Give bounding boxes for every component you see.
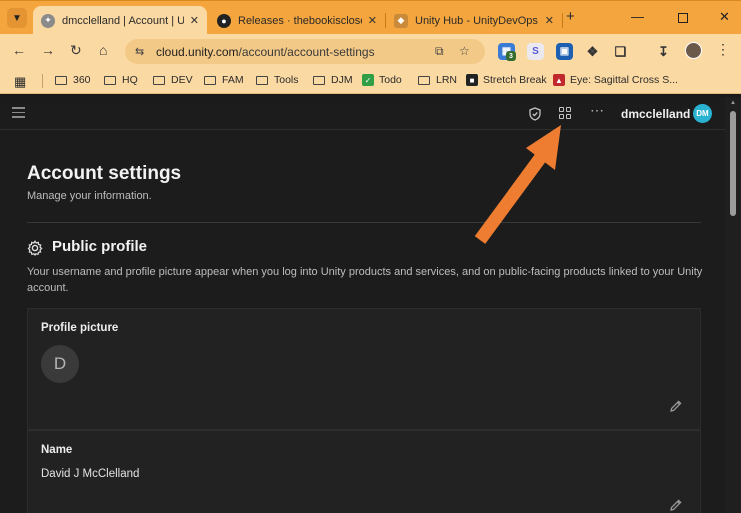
folder-icon: [153, 75, 165, 85]
unity-hub-icon: ◆: [394, 13, 408, 28]
new-tab-button[interactable]: +: [566, 9, 575, 24]
profile-picture-label: Profile picture: [41, 322, 119, 334]
tab-title: Releases · thebookisclosed/\: [238, 14, 362, 27]
browser-toolbar: ← → ↻ ⌂ ⇆ cloud.unity.com/account/accoun…: [0, 34, 741, 68]
extension-cast-icon[interactable]: ▣: [556, 43, 573, 60]
tab-title: Unity Hub - UnityDevOps: [415, 14, 538, 27]
unity-cloud-icon: ✦: [41, 13, 55, 28]
bookmark-todo[interactable]: ✓ Todo: [362, 74, 402, 86]
tab-unity-hub[interactable]: ◆ Unity Hub - UnityDevOps ✕: [386, 6, 562, 35]
profile-picture-card: Profile picture D: [27, 308, 701, 430]
browser-tab-strip: ▼ ✦ dmcclelland | Account | Unit ✕ ● Rel…: [0, 0, 741, 35]
unity-app-header: ⋯ dmcclelland DM: [0, 97, 725, 130]
name-card: Name David J McClelland: [27, 430, 701, 513]
apps-grid-icon[interactable]: [559, 107, 572, 120]
scroll-thumb[interactable]: [730, 111, 736, 216]
bookmark-folder-tools[interactable]: Tools: [256, 74, 299, 86]
header-username[interactable]: dmcclelland: [621, 107, 690, 121]
account-settings-page: Account settings Manage your information…: [0, 130, 725, 513]
bookmark-star-icon[interactable]: ☆: [459, 44, 470, 58]
tab-search-button[interactable]: ▼: [7, 8, 27, 28]
more-options-icon[interactable]: ⋯: [590, 103, 605, 117]
edit-pencil-icon[interactable]: [668, 398, 684, 414]
bookmark-folder-fam[interactable]: FAM: [204, 74, 244, 86]
section-description: Your username and profile picture appear…: [27, 266, 703, 294]
browser-profile-avatar[interactable]: [685, 42, 702, 59]
folder-icon: [204, 75, 216, 85]
extension-badge: 3: [506, 51, 516, 61]
github-icon: ●: [217, 13, 231, 28]
profile-avatar: D: [41, 345, 79, 383]
reload-icon[interactable]: ↻: [70, 43, 82, 57]
tab-unity-account[interactable]: ✦ dmcclelland | Account | Unit ✕: [33, 6, 207, 35]
hamburger-menu-icon[interactable]: [12, 107, 25, 121]
scroll-up-icon[interactable]: ▲: [730, 100, 736, 106]
extensions-puzzle-icon[interactable]: ❏: [612, 43, 629, 60]
extension-icon[interactable]: ▦3: [498, 43, 516, 61]
section-title-public-profile: Public profile: [52, 238, 148, 255]
home-icon[interactable]: ⌂: [99, 43, 107, 57]
bookmark-folder-djm[interactable]: DJM: [313, 74, 353, 86]
close-icon[interactable]: ✕: [545, 14, 554, 27]
forward-icon[interactable]: →: [41, 43, 55, 57]
gear-icon: [27, 240, 43, 256]
minimize-icon[interactable]: —: [631, 10, 644, 24]
window-close-icon[interactable]: ✕: [719, 10, 730, 24]
shield-icon[interactable]: [528, 107, 542, 121]
tab-github-releases[interactable]: ● Releases · thebookisclosed/\ ✕: [209, 6, 385, 35]
edit-pencil-icon[interactable]: [668, 497, 684, 513]
install-app-icon[interactable]: ⧉: [435, 44, 444, 59]
browser-menu-icon[interactable]: ⋮: [716, 42, 730, 56]
stretch-icon: ■: [466, 74, 478, 86]
bookmark-folder-hq[interactable]: HQ: [104, 74, 138, 86]
section-divider: [27, 222, 701, 223]
eye-icon: ▲: [553, 74, 565, 86]
back-icon[interactable]: ←: [12, 43, 26, 57]
bookmark-separator: [42, 74, 43, 88]
page-subtitle: Manage your information.: [27, 190, 152, 202]
bookmark-folder-lrn[interactable]: LRN: [418, 74, 457, 86]
bookmark-stretch-break[interactable]: ■ Stretch Break: [466, 74, 547, 86]
name-value: David J McClelland: [41, 468, 140, 480]
todo-icon: ✓: [362, 74, 374, 86]
apps-grid-icon[interactable]: ▦: [14, 74, 31, 90]
url-text[interactable]: cloud.unity.com/account/account-settings: [156, 45, 375, 59]
tab-title: dmcclelland | Account | Unit: [62, 14, 184, 27]
downloads-icon[interactable]: ↧: [655, 43, 672, 60]
page-scrollbar[interactable]: ▲: [725, 97, 741, 513]
close-icon[interactable]: ✕: [368, 14, 377, 27]
close-icon[interactable]: ✕: [190, 14, 199, 27]
folder-icon: [418, 75, 430, 85]
folder-icon: [256, 75, 268, 85]
page-title: Account settings: [27, 163, 182, 184]
extension-s-icon[interactable]: S: [527, 43, 544, 60]
bookmark-eye-sagittal[interactable]: ▲ Eye: Sagittal Cross S...: [553, 74, 678, 86]
bookmarks-bar: ▦ 360 HQ DEV FAM Tools DJM ✓ Todo LRN ■ St…: [0, 68, 741, 94]
address-bar[interactable]: ⇆ cloud.unity.com/account/account-settin…: [125, 39, 485, 64]
bookmark-folder-dev[interactable]: DEV: [153, 74, 193, 86]
maximize-icon[interactable]: [678, 13, 688, 23]
folder-icon: [313, 75, 325, 85]
site-settings-icon[interactable]: ⇆: [135, 45, 144, 58]
name-label: Name: [41, 444, 73, 456]
bookmark-folder-360[interactable]: 360: [55, 74, 91, 86]
user-avatar[interactable]: DM: [693, 104, 712, 123]
folder-icon: [55, 75, 67, 85]
extension-bolt-icon[interactable]: ❖: [584, 43, 601, 60]
tab-separator: [562, 13, 563, 28]
folder-icon: [104, 75, 116, 85]
